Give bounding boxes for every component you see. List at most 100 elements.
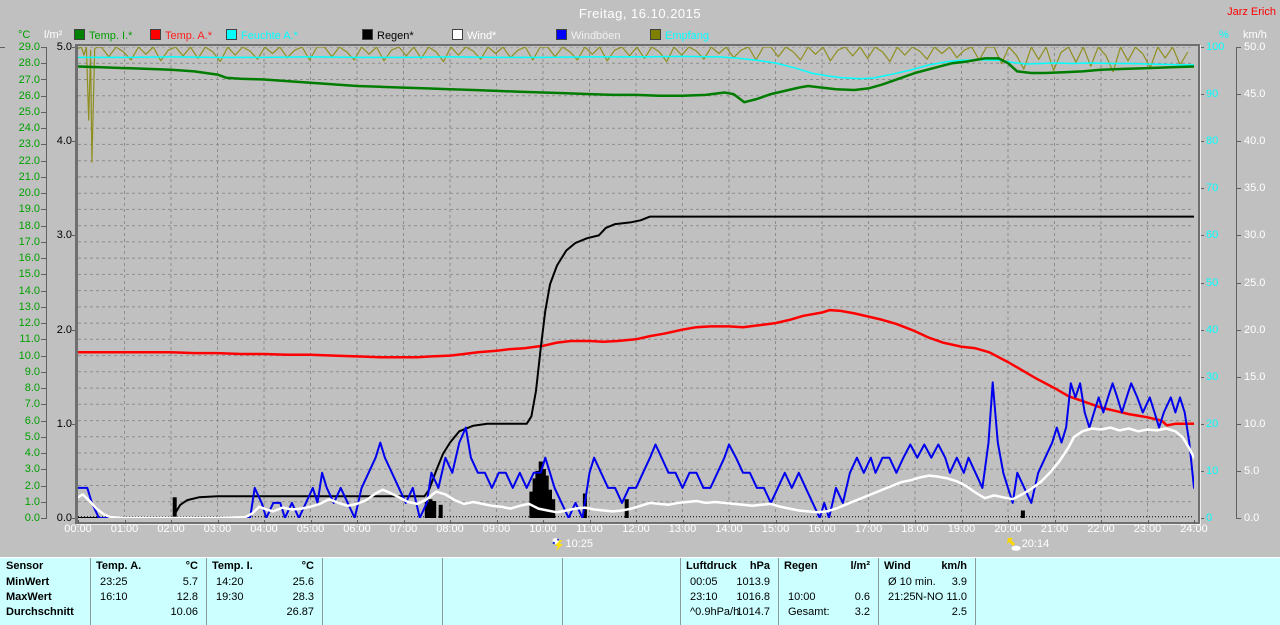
table-cell-wind-value: 3.9 <box>951 576 967 588</box>
unit-label-celsius: °C <box>18 29 31 41</box>
axis-tick-label: 90 <box>1206 88 1219 101</box>
axis-tick-label: 60 <box>1206 229 1219 242</box>
table-divider <box>442 558 443 625</box>
table-row-label: MaxWert <box>6 591 52 603</box>
axis-tick <box>41 63 46 64</box>
summary-table: Sensor MinWert MaxWert Durchschnitt Temp. A.… <box>0 557 1280 625</box>
legend-swatch-wind <box>452 29 463 40</box>
axis-tick <box>1236 518 1241 519</box>
x-axis-label: 24:00 <box>1180 523 1208 535</box>
x-axis-label: 04:00 <box>250 523 278 535</box>
axis-tick-label: 5.0 <box>1244 464 1260 477</box>
legend-swatch-temp-a <box>150 29 161 40</box>
x-axis-label: 10:00 <box>529 523 557 535</box>
axis-tick <box>41 79 46 80</box>
axis-tick <box>41 486 46 487</box>
x-axis-label: 00:00 <box>64 523 92 535</box>
legend-label: Regen* <box>377 30 414 42</box>
axis-tick <box>1236 188 1241 189</box>
table-divider <box>975 558 976 625</box>
unit-label-humidity: % <box>1219 29 1229 41</box>
table-row-label: MinWert <box>6 576 50 588</box>
axis-tick <box>41 372 46 373</box>
axis-tick-label: 50 <box>1206 276 1219 289</box>
axis-tick <box>41 226 46 227</box>
legend-label: Wind* <box>467 30 497 42</box>
axis-tick-label: 12.0 <box>18 317 40 330</box>
table-header-unit-wind: km/h <box>941 560 967 572</box>
table-divider <box>562 558 563 625</box>
axis-tick-label: 21.0 <box>18 170 40 183</box>
axis-tick-label: 13.0 <box>18 300 40 313</box>
x-axis-label: 12:00 <box>622 523 650 535</box>
axis-tick <box>1236 424 1241 425</box>
axis-tick-label: 40 <box>1206 323 1219 336</box>
axis-tick-label: 1.0 <box>24 495 40 508</box>
axis-tick-label: 25.0 <box>18 106 40 118</box>
x-axis-label: 19:00 <box>947 523 976 535</box>
axis-tick <box>41 193 46 194</box>
x-axis-label: 03:00 <box>203 523 232 535</box>
axis-tick-label: 4.0 <box>24 447 40 459</box>
table-cell-luftdruck-value: 1014.7 <box>736 606 770 618</box>
axis-tick-label: 20 <box>1206 417 1219 430</box>
x-axis-label: 01:00 <box>110 523 139 535</box>
axis-tick <box>41 258 46 259</box>
x-axis-label: 17:00 <box>854 523 883 535</box>
axis-tick-label: 30 <box>1206 370 1219 383</box>
axis-tick-label: 50.0 <box>1244 41 1266 53</box>
legend-label: Feuchte A.* <box>241 30 298 42</box>
axis-tick-label: 23.0 <box>18 138 40 151</box>
table-header-unit-luftdruck: hPa <box>749 560 770 572</box>
table-header-unit-regen: l/m² <box>850 560 870 572</box>
axis-tick-label: 5.0 <box>56 41 72 53</box>
legend-label: Temp. A.* <box>165 30 213 42</box>
axis-tick-label: 29.0 <box>18 41 40 53</box>
watermark-label: Jarz Erich <box>1227 6 1276 18</box>
event-marker-time: 20:14 <box>1021 538 1050 550</box>
plot-area <box>78 47 1194 518</box>
axis-tick-label: 100 <box>1206 41 1225 53</box>
axis-tick <box>41 177 46 178</box>
axis-tick <box>41 274 46 275</box>
table-cell-wind-value: 2.5 <box>951 606 967 618</box>
axis-tick-label: 27.0 <box>18 73 40 86</box>
axis-tick <box>41 209 46 210</box>
x-axis-label: 05:00 <box>296 523 325 535</box>
legend-swatch-feuchte-a <box>226 29 237 40</box>
axis-tick-label: 15.0 <box>18 268 40 281</box>
x-axis-label: 13:00 <box>668 523 697 535</box>
x-axis-label: 15:00 <box>761 523 790 535</box>
weather-station-window: Freitag, 16.10.2015 Jarz Erich °C l/m² %… <box>0 0 1280 625</box>
axis-tick <box>1236 94 1241 95</box>
axis-tick-label: 0.0 <box>24 512 40 524</box>
axis-tick-label: 20.0 <box>18 187 40 200</box>
axis-tick <box>1236 471 1241 472</box>
axis-tick <box>1236 330 1241 331</box>
axis-tick-label: 20.0 <box>1244 323 1266 336</box>
table-cell-temp-i-value: 26.87 <box>286 606 314 618</box>
axis-tick-label: 17.0 <box>18 235 40 248</box>
table-cell-luftdruck-value: 1016.8 <box>736 591 770 603</box>
axis-tick-label: 8.0 <box>24 382 40 395</box>
x-axis-label: 21:00 <box>1040 523 1069 535</box>
axis-tick-label: 10.0 <box>1244 417 1266 430</box>
axis-tick <box>41 388 46 389</box>
axis-tick <box>41 96 46 97</box>
chart-canvas <box>78 47 1194 518</box>
axis-tick-label: 15.0 <box>1244 370 1266 383</box>
axis-tick-label: 30.0 <box>1244 229 1266 242</box>
wind-event-icon <box>1006 537 1021 551</box>
unit-label-wind: km/h <box>1243 29 1267 41</box>
legend-item-feuchte-a: Feuchte A.* <box>226 29 298 42</box>
x-axis-label: 18:00 <box>901 523 929 535</box>
legend-item-empfang: Empfang <box>650 29 709 42</box>
table-cell-regen-value: 0.6 <box>854 591 870 603</box>
legend-item-temp-a: Temp. A.* <box>150 29 212 42</box>
table-cell-regen-value: 3.2 <box>854 606 870 618</box>
axis-tick <box>41 502 46 503</box>
axis-tick-label: 3.0 <box>56 229 72 242</box>
x-axis-label: 08:00 <box>436 523 464 535</box>
axis-tick <box>0 47 5 48</box>
axis-tick-label: 9.0 <box>24 365 40 378</box>
